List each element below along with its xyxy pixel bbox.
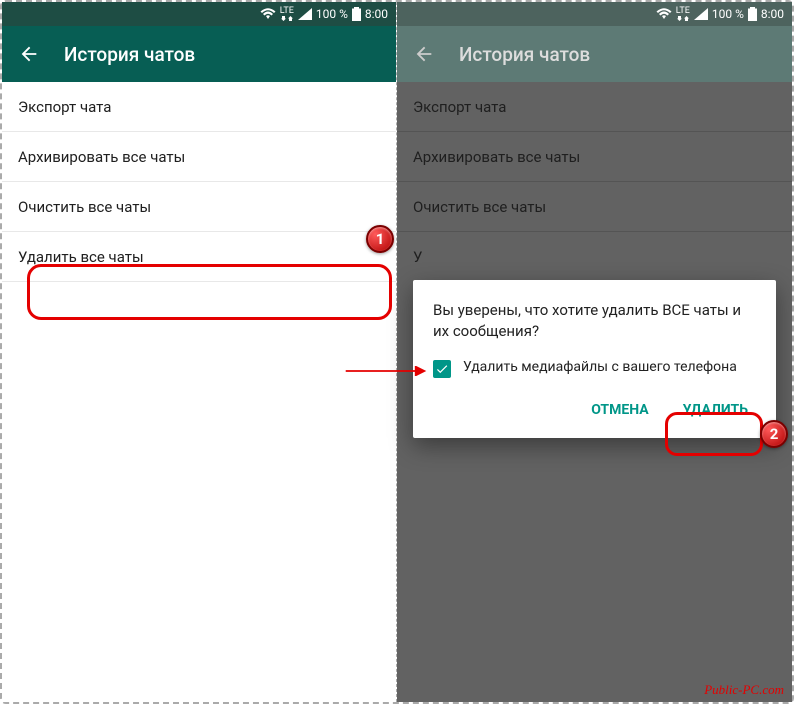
delete-button[interactable]: УДАЛИТЬ	[675, 392, 756, 428]
status-bar: LTE 100 % 8:00	[397, 2, 792, 26]
app-bar: История чатов	[2, 26, 396, 82]
app-bar: История чатов	[397, 26, 792, 82]
dialog-message: Вы уверены, что хотите удалить ВСЕ чаты …	[433, 300, 756, 342]
menu-archive-all[interactable]: Архивировать все чаты	[2, 132, 396, 182]
battery-text: 100 %	[712, 7, 744, 21]
clock-text: 8:00	[761, 7, 784, 21]
settings-list: Экспорт чата Архивировать все чаты Очист…	[2, 82, 396, 702]
network-type-icon: LTE	[676, 7, 690, 21]
dialog-actions: ОТМЕНА УДАЛИТЬ	[433, 392, 756, 428]
signal-icon	[298, 8, 312, 20]
signal-icon	[694, 8, 708, 20]
phone-right: LTE 100 % 8:00 История чатов Экспорт чат…	[397, 2, 792, 702]
clock-text: 8:00	[365, 7, 388, 21]
battery-icon	[352, 7, 361, 21]
dialog-checkbox-row[interactable]: Удалить медиафайлы с вашего телефона	[433, 358, 756, 378]
network-type-icon: LTE	[280, 7, 294, 21]
phone-left: LTE 100 % 8:00 История чатов Экспорт чат…	[2, 2, 397, 702]
wifi-icon	[656, 8, 672, 20]
annotation-badge-1: 1	[366, 225, 394, 253]
menu-export-chat[interactable]: Экспорт чата	[2, 82, 396, 132]
battery-icon	[748, 7, 757, 21]
annotation-badge-2: 2	[760, 420, 788, 448]
page-title: История чатов	[459, 43, 590, 66]
battery-text: 100 %	[316, 7, 348, 21]
checkbox-label: Удалить медиафайлы с вашего телефона	[463, 358, 737, 377]
checkbox-delete-media[interactable]	[433, 360, 451, 378]
menu-delete-all[interactable]: Удалить все чаты	[2, 232, 396, 282]
status-bar: LTE 100 % 8:00	[2, 2, 396, 26]
wifi-icon	[260, 8, 276, 20]
watermark: Public-PC.com	[704, 682, 784, 698]
confirm-dialog: Вы уверены, что хотите удалить ВСЕ чаты …	[413, 280, 776, 438]
check-icon	[435, 362, 449, 376]
back-arrow-icon[interactable]	[18, 43, 40, 65]
cancel-button[interactable]: ОТМЕНА	[583, 392, 656, 428]
back-arrow-icon[interactable]	[413, 43, 435, 65]
page-title: История чатов	[64, 43, 195, 66]
menu-clear-all[interactable]: Очистить все чаты	[2, 182, 396, 232]
